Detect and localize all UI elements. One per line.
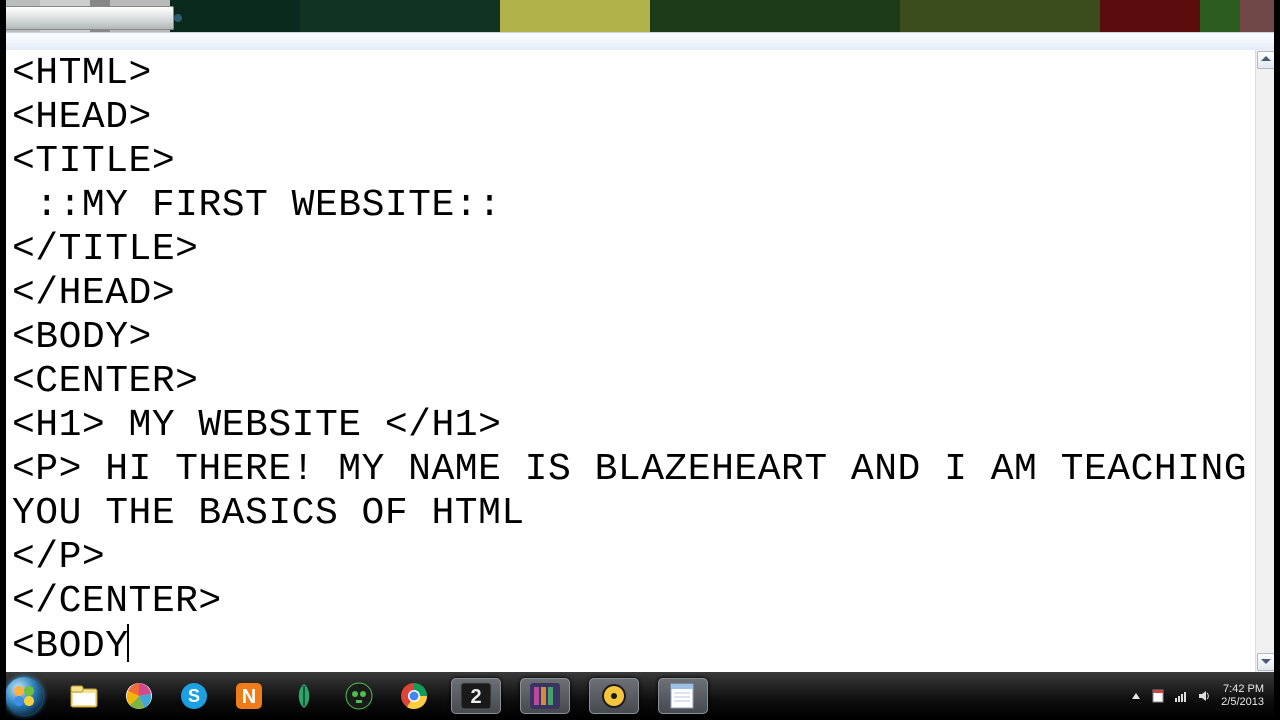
taskbar-notepad-icon[interactable] [658,678,708,714]
taskbar-icon-strip: S N 2 [66,678,708,714]
taskbar-nimbuzz-icon[interactable]: N [231,678,267,714]
desktop-screen: <HTML> <HEAD> <TITLE> ::MY FIRST WEBSITE… [0,0,1280,720]
window-titlebar[interactable] [0,0,1280,32]
start-button[interactable] [0,672,48,720]
action-center-icon[interactable] [1151,689,1165,703]
vertical-scrollbar[interactable] [1255,50,1274,672]
tray-icons [1151,689,1211,703]
taskbar-skull-app-icon[interactable] [341,678,377,714]
svg-text:2: 2 [470,686,481,708]
taskbar-leaf-app-icon[interactable] [286,678,322,714]
taskbar-clock[interactable]: 7:42 PM 2/5/2013 [1221,683,1270,709]
taskbar-explorer-icon[interactable] [66,678,102,714]
volume-icon[interactable] [1197,689,1211,703]
taskbar-app-2-icon[interactable]: 2 [451,678,501,714]
svg-text:N: N [242,686,256,708]
scroll-down-button[interactable] [1257,653,1275,671]
letterbox-right [1274,0,1280,720]
windows-orb-icon [5,677,43,715]
scroll-up-button[interactable] [1257,51,1275,69]
text-cursor [127,624,129,662]
titlebar-artifact [40,8,98,24]
taskbar[interactable]: S N 2 7:42 PM 2/5/2013 [0,672,1280,720]
taskbar-app-disc-icon[interactable] [589,678,639,714]
system-tray[interactable]: 7:42 PM 2/5/2013 [1131,672,1270,720]
network-icon[interactable] [1174,689,1188,703]
titlebar-artifact-dot [174,14,182,22]
taskbar-app-mixer-icon[interactable] [520,678,570,714]
letterbox-left [0,0,6,720]
clock-date: 2/5/2013 [1221,696,1264,709]
window-toolbar-strip [6,32,1274,52]
taskbar-chrome-icon[interactable] [396,678,432,714]
taskbar-picasa-icon[interactable] [121,678,157,714]
text-editor-area[interactable]: <HTML> <HEAD> <TITLE> ::MY FIRST WEBSITE… [6,50,1260,672]
clock-time: 7:42 PM [1221,683,1264,696]
svg-text:S: S [188,686,200,706]
taskbar-skype-icon[interactable]: S [176,678,212,714]
editor-content[interactable]: <HTML> <HEAD> <TITLE> ::MY FIRST WEBSITE… [6,50,1260,669]
tray-overflow-icon[interactable] [1131,691,1141,701]
